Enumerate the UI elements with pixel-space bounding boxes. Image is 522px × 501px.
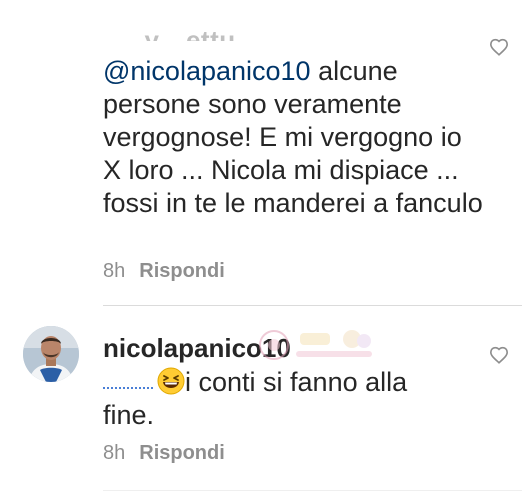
like-comment-2-heart-icon[interactable] — [489, 346, 509, 364]
comment-2-reply-button[interactable]: Rispondi — [139, 442, 225, 464]
comment-1-username[interactable]: …y…ettu_… — [118, 27, 277, 41]
comment-1-meta: 8h Rispondi — [103, 258, 225, 284]
comment-1-reply-button[interactable]: Rispondi — [139, 260, 225, 282]
comment-2-body-line2: fine. — [103, 400, 155, 430]
user-avatar[interactable] — [23, 326, 79, 382]
mention-link[interactable]: @nicolapanico10 — [103, 56, 311, 86]
comment-divider — [103, 305, 522, 306]
bottom-divider — [103, 490, 522, 491]
comment-1-time: 8h — [103, 260, 126, 282]
grinning-squinting-face-icon — [157, 367, 185, 395]
like-comment-1-heart-icon[interactable] — [489, 38, 509, 56]
comment-2-body-line1: i conti si fanno alla — [185, 367, 408, 397]
comment-1: …y…ettu_… @nicolapanico10 alcune persone… — [0, 0, 522, 305]
comment-2-text: i conti si fanno alla fine. — [103, 366, 463, 432]
redacted-mention — [103, 379, 153, 389]
decorative-sticker — [256, 323, 376, 367]
comment-2-time: 8h — [103, 442, 126, 464]
comment-2-meta: 8h Rispondi — [103, 440, 225, 466]
comment-1-text: @nicolapanico10 alcune persone sono vera… — [103, 55, 483, 220]
